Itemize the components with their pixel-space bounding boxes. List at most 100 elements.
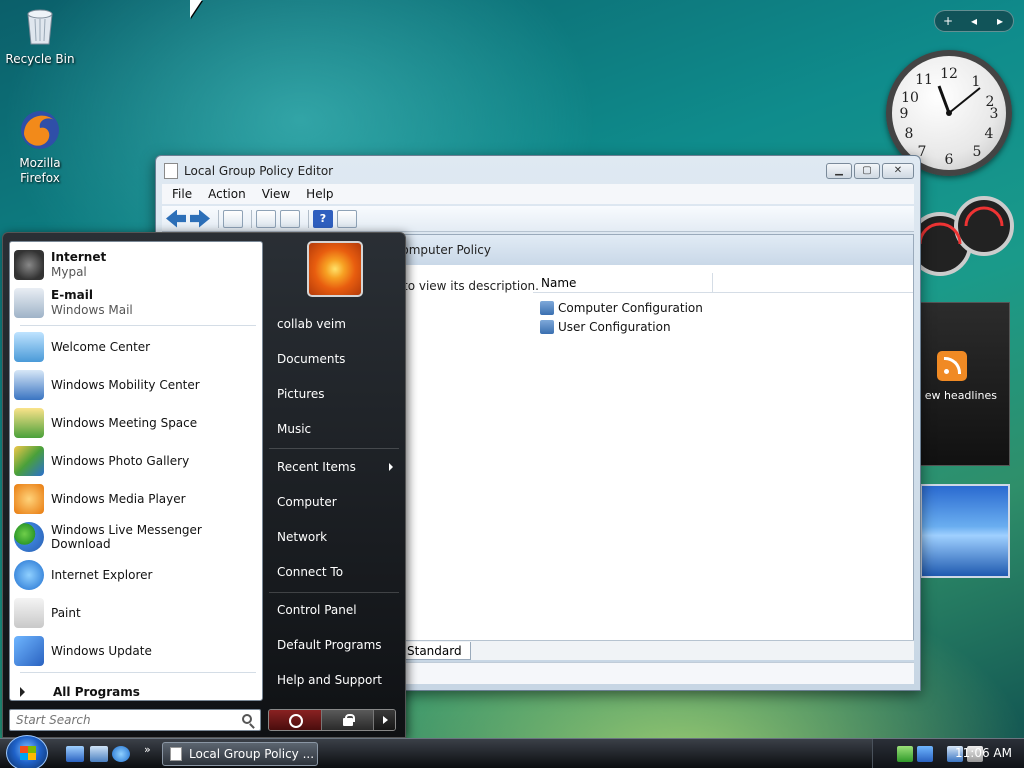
column-name[interactable]: Name: [533, 273, 713, 293]
add-gadget-icon[interactable]: +: [938, 14, 958, 28]
messenger-icon: [14, 522, 44, 552]
firefox-icon: [18, 108, 62, 152]
previous-icon[interactable]: ◂: [964, 14, 984, 28]
all-programs-button[interactable]: All Programs: [14, 682, 140, 702]
show-desktop-icon[interactable]: [66, 746, 84, 762]
right-item-recent-items[interactable]: Recent Items: [269, 450, 401, 484]
window-titlebar[interactable]: Local Group Policy Editor: [156, 156, 920, 186]
program-windows-update[interactable]: Windows Update: [14, 632, 260, 670]
desktop-icon-recycle-bin[interactable]: Recycle Bin: [0, 4, 80, 67]
menu-help[interactable]: Help: [306, 187, 333, 201]
right-item-help-support[interactable]: Help and Support: [269, 663, 401, 697]
gadget-sidebar-controls[interactable]: + ◂ ▸: [934, 10, 1014, 32]
media-player-icon: [14, 484, 44, 514]
right-item-pictures[interactable]: Pictures: [269, 377, 401, 411]
windows-update-icon: [14, 636, 44, 666]
program-label: Internet Explorer: [51, 568, 153, 582]
close-button[interactable]: ✕: [882, 163, 914, 179]
right-item-default-programs[interactable]: Default Programs: [269, 628, 401, 662]
next-icon[interactable]: ▸: [990, 14, 1010, 28]
action-pane-icon[interactable]: [337, 209, 357, 228]
mail-icon: [14, 288, 44, 318]
right-item-music[interactable]: Music: [269, 412, 401, 446]
properties-icon[interactable]: [256, 209, 276, 228]
power-options-arrow-icon[interactable]: [373, 710, 395, 730]
program-mobility-center[interactable]: Windows Mobility Center: [14, 366, 260, 404]
start-button[interactable]: [6, 735, 48, 768]
program-paint[interactable]: Paint: [14, 594, 260, 632]
window-title: Local Group Policy Editor: [184, 164, 334, 178]
menu-view[interactable]: View: [262, 187, 290, 201]
slideshow-gadget[interactable]: [920, 484, 1010, 578]
lock-icon[interactable]: [321, 710, 373, 730]
program-label: Windows Media Player: [51, 492, 186, 506]
internet-explorer-quicklaunch-icon[interactable]: [112, 746, 130, 762]
pinned-internet[interactable]: Internet Mypal: [14, 246, 260, 284]
pinned-title: Internet: [51, 250, 107, 264]
show-hide-tree-icon[interactable]: [223, 209, 243, 228]
program-live-messenger[interactable]: Windows Live Messenger Download: [14, 518, 260, 556]
program-photo-gallery[interactable]: Windows Photo Gallery: [14, 442, 260, 480]
program-media-player[interactable]: Windows Media Player: [14, 480, 260, 518]
cpu-meter-gadget: [908, 192, 1014, 284]
start-menu: Internet Mypal E-mail Windows Mail Welco…: [2, 232, 406, 738]
mobility-center-icon: [14, 370, 44, 400]
right-item-control-panel[interactable]: Control Panel: [269, 593, 401, 627]
mouse-cursor-icon: [190, 0, 202, 18]
tab-standard[interactable]: Standard: [398, 642, 471, 660]
pinned-email[interactable]: E-mail Windows Mail: [14, 284, 260, 322]
maximize-button[interactable]: ▢: [854, 163, 880, 179]
program-meeting-space[interactable]: Windows Meeting Space: [14, 404, 260, 442]
quicklaunch-overflow-icon[interactable]: »: [144, 743, 151, 756]
forward-icon[interactable]: [190, 210, 210, 228]
search-icon[interactable]: [242, 714, 252, 724]
export-list-icon[interactable]: [280, 209, 300, 228]
back-icon[interactable]: [166, 209, 186, 228]
svg-text:5: 5: [973, 144, 982, 160]
menu-action[interactable]: Action: [208, 187, 246, 201]
right-item-documents[interactable]: Documents: [269, 342, 401, 376]
taskbar-button-group-policy[interactable]: Local Group Policy ...: [162, 742, 318, 766]
app-icon: [164, 163, 178, 179]
help-icon[interactable]: ?: [313, 209, 333, 228]
app-icon: [170, 747, 182, 761]
welcome-center-icon: [14, 332, 44, 362]
svg-text:4: 4: [985, 126, 994, 142]
user-picture[interactable]: [307, 241, 363, 297]
start-menu-programs-pane: Internet Mypal E-mail Windows Mail Welco…: [9, 241, 263, 701]
svg-text:6: 6: [945, 152, 954, 168]
program-welcome-center[interactable]: Welcome Center: [14, 328, 260, 366]
menu-file[interactable]: File: [172, 187, 192, 201]
program-label: Windows Mobility Center: [51, 378, 200, 392]
switch-windows-icon[interactable]: [90, 746, 108, 762]
power-icon[interactable]: [269, 710, 321, 730]
mypal-icon: [14, 250, 44, 280]
right-item-connect-to[interactable]: Connect To: [269, 555, 401, 589]
tray-security-icon[interactable]: [917, 746, 933, 762]
right-item-network[interactable]: Network: [269, 520, 401, 554]
right-item-computer[interactable]: Computer: [269, 485, 401, 519]
taskbar-button-label: Local Group Policy ...: [189, 747, 315, 761]
tray-app-icon[interactable]: [897, 746, 913, 762]
all-programs-label: All Programs: [53, 685, 140, 699]
list-item[interactable]: Computer Configuration: [540, 299, 703, 317]
description-hint: to view its description.: [403, 279, 539, 293]
svg-text:10: 10: [901, 90, 919, 106]
program-label: Welcome Center: [51, 340, 151, 354]
list-item[interactable]: User Configuration: [540, 318, 671, 336]
start-search-box[interactable]: [9, 709, 261, 731]
minimize-button[interactable]: ▁: [826, 163, 852, 179]
list-item-label: Computer Configuration: [558, 301, 703, 315]
right-item-user[interactable]: collab veim: [269, 307, 401, 341]
menubar: File Action View Help: [162, 184, 914, 204]
program-label: Windows Meeting Space: [51, 416, 198, 430]
program-internet-explorer[interactable]: Internet Explorer: [14, 556, 260, 594]
desktop-icon-firefox[interactable]: Mozilla Firefox: [0, 108, 80, 186]
search-input[interactable]: [10, 713, 230, 727]
pinned-subtitle: Mypal: [51, 265, 87, 279]
program-label: Windows Photo Gallery: [51, 454, 190, 468]
feed-headlines-gadget[interactable]: ew headlines: [920, 302, 1010, 466]
clock-face-icon: 12 12 345 678 91011: [900, 66, 999, 168]
tray-clock[interactable]: 11:06 AM: [955, 746, 1012, 760]
pinned-title: E-mail: [51, 288, 94, 302]
